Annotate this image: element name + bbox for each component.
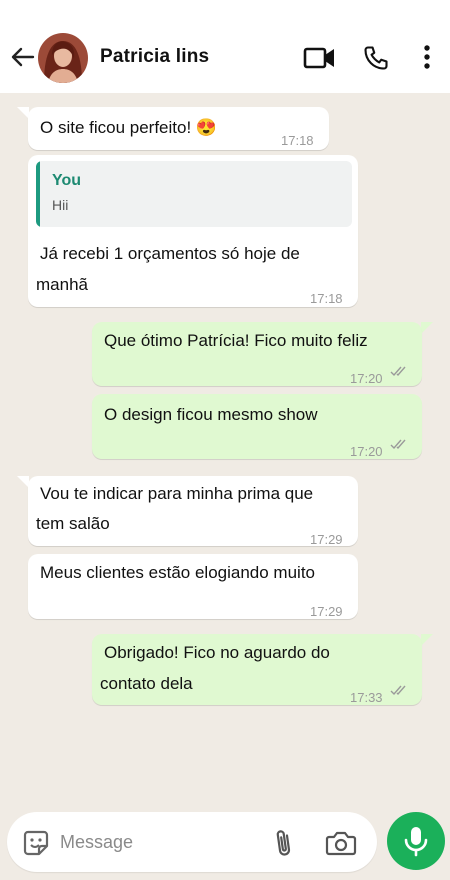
message-bubble-incoming[interactable]: Vou te indicar para minha prima que tem … bbox=[28, 476, 358, 547]
message-bubble-incoming[interactable]: Meus clientes estão elogiando muito 17:2… bbox=[28, 554, 358, 619]
message-text-line-1: Já recebi 1 orçamentos só hoje de bbox=[40, 244, 300, 263]
message-time: 17:18 bbox=[310, 291, 343, 306]
message-time: 17:20 bbox=[350, 444, 383, 459]
read-ticks-icon bbox=[390, 366, 406, 377]
message-list[interactable]: O site ficou perfeito! 😍 17:18 You Hii J… bbox=[0, 93, 450, 810]
message-text-line-1: Obrigado! Fico no aguardo do bbox=[104, 643, 330, 662]
quoted-message[interactable]: You Hii bbox=[36, 161, 352, 227]
phone-icon[interactable] bbox=[362, 44, 390, 72]
attach-icon[interactable] bbox=[273, 828, 295, 858]
message-text: Meus clientes estão elogiando muito bbox=[40, 563, 315, 582]
message-bubble-outgoing[interactable]: Que ótimo Patrícia! Fico muito feliz 17:… bbox=[92, 322, 422, 386]
message-text-line-2: contato dela bbox=[100, 674, 193, 693]
message-text-line-2: tem salão bbox=[36, 514, 110, 533]
message-bubble-incoming[interactable]: O site ficou perfeito! 😍 17:18 bbox=[28, 107, 329, 150]
bubble-tail bbox=[421, 322, 433, 334]
message-bubble-incoming[interactable]: You Hii Já recebi 1 orçamentos só hoje d… bbox=[28, 155, 358, 307]
avatar[interactable] bbox=[38, 33, 88, 83]
message-time: 17:18 bbox=[281, 133, 314, 148]
message-time: 17:33 bbox=[350, 690, 383, 705]
message-text-line-2: manhã bbox=[36, 275, 88, 294]
read-ticks-icon bbox=[390, 685, 406, 696]
camera-icon[interactable] bbox=[325, 830, 357, 856]
message-text: O site ficou perfeito! 😍 bbox=[40, 118, 218, 137]
message-time: 17:20 bbox=[350, 371, 383, 386]
quote-bar bbox=[36, 161, 40, 227]
message-bubble-outgoing[interactable]: O design ficou mesmo show 17:20 bbox=[92, 394, 422, 459]
voice-message-button[interactable] bbox=[387, 812, 445, 870]
sticker-icon[interactable] bbox=[22, 829, 50, 857]
message-time: 17:29 bbox=[310, 604, 343, 619]
read-ticks-icon bbox=[390, 439, 406, 450]
video-call-icon[interactable] bbox=[303, 44, 336, 72]
message-bubble-outgoing[interactable]: Obrigado! Fico no aguardo do contato del… bbox=[92, 634, 422, 705]
more-vertical-icon[interactable] bbox=[418, 44, 436, 72]
quoted-author: You bbox=[52, 172, 82, 189]
quoted-text: Hii bbox=[52, 197, 69, 213]
message-text-line-1: Vou te indicar para minha prima que bbox=[40, 484, 314, 503]
bubble-tail bbox=[421, 634, 433, 646]
chat-header: Patricia lins bbox=[0, 0, 450, 93]
mic-icon bbox=[404, 827, 428, 857]
message-input[interactable]: Message bbox=[60, 831, 133, 853]
back-arrow-icon[interactable] bbox=[10, 44, 36, 70]
message-time: 17:29 bbox=[310, 532, 343, 547]
contact-name[interactable]: Patricia lins bbox=[100, 46, 209, 68]
message-text: Que ótimo Patrícia! Fico muito feliz bbox=[104, 331, 368, 350]
message-text: O design ficou mesmo show bbox=[104, 405, 318, 424]
message-composer[interactable]: Message bbox=[7, 812, 377, 872]
